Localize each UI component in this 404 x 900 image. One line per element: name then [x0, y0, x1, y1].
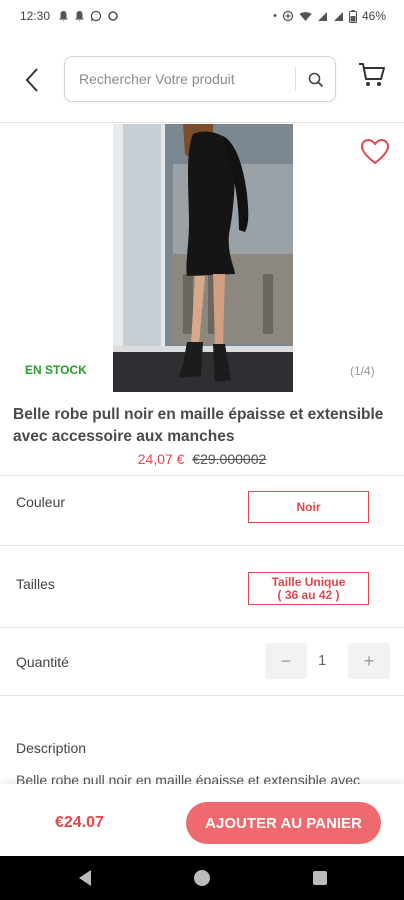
divider	[0, 695, 404, 696]
app-header	[0, 40, 404, 120]
divider	[0, 122, 404, 123]
status-time: 12:30	[20, 9, 51, 23]
nav-back-icon	[79, 870, 91, 886]
nav-home-icon	[194, 870, 210, 886]
data-saver-icon	[282, 10, 294, 22]
bell-icon	[59, 11, 69, 22]
nav-home-button[interactable]	[192, 868, 212, 888]
back-arrow-icon	[25, 68, 38, 92]
quantity-label: Quantité	[16, 654, 69, 670]
search-icon[interactable]	[303, 67, 329, 93]
divider	[0, 545, 404, 546]
app-circle-icon	[108, 11, 118, 21]
signal-icon	[333, 11, 343, 21]
heart-icon	[360, 138, 390, 165]
search-input[interactable]	[79, 57, 293, 101]
bottom-action-bar: €24.07 AJOUTER AU PANIER	[0, 784, 404, 856]
quantity-increase-button[interactable]: +	[348, 643, 390, 679]
quantity-value: 1	[318, 652, 327, 669]
size-option-line1: Taille Unique	[271, 574, 346, 589]
dot-icon: •	[273, 10, 277, 22]
battery-icon	[348, 9, 357, 23]
old-price: €29.000002	[192, 451, 267, 467]
cart-button[interactable]	[355, 58, 389, 92]
favorite-button[interactable]	[360, 138, 392, 168]
system-icons: • 46%	[273, 9, 386, 23]
notification-icons	[58, 10, 119, 22]
search-bar[interactable]	[64, 56, 336, 102]
size-label: Tailles	[16, 576, 55, 592]
system-nav-bar	[0, 856, 404, 900]
description-title: Description	[16, 740, 87, 756]
add-to-cart-button[interactable]: AJOUTER AU PANIER	[186, 802, 381, 844]
quantity-decrease-button[interactable]: −	[265, 643, 307, 679]
size-option-line2: ( 36 au 42 )	[277, 587, 340, 602]
color-option-button[interactable]: Noir	[248, 491, 369, 523]
signal-icon	[317, 11, 327, 21]
bottom-price: €24.07	[55, 814, 104, 831]
color-label: Couleur	[16, 494, 66, 510]
divider	[0, 627, 404, 628]
divider	[0, 475, 404, 476]
current-price: 24,07 €	[137, 451, 185, 467]
bell-icon	[75, 11, 85, 22]
nav-back-button[interactable]	[75, 868, 95, 888]
back-button[interactable]	[18, 62, 46, 98]
nav-recents-icon	[313, 871, 327, 885]
cart-icon	[359, 63, 385, 86]
price-row: 24,07 € €29.000002	[0, 451, 404, 467]
nav-recents-button[interactable]	[310, 868, 330, 888]
stock-status: EN STOCK	[25, 363, 87, 377]
whatsapp-icon	[90, 10, 102, 22]
image-pager: (1/4)	[350, 364, 375, 378]
product-photo	[113, 124, 293, 392]
description-text: Belle robe pull noir en maille épaisse e…	[16, 772, 360, 784]
wifi-icon	[299, 11, 312, 21]
search-divider	[295, 67, 296, 91]
status-bar: 12:30 • 46%	[0, 0, 404, 32]
color-option-label: Noir	[296, 499, 321, 514]
size-option-button[interactable]: Taille Unique ( 36 au 42 )	[248, 572, 369, 605]
product-image[interactable]	[113, 124, 293, 392]
product-title: Belle robe pull noir en maille épaisse e…	[13, 406, 384, 445]
battery-level: 46%	[361, 9, 386, 23]
